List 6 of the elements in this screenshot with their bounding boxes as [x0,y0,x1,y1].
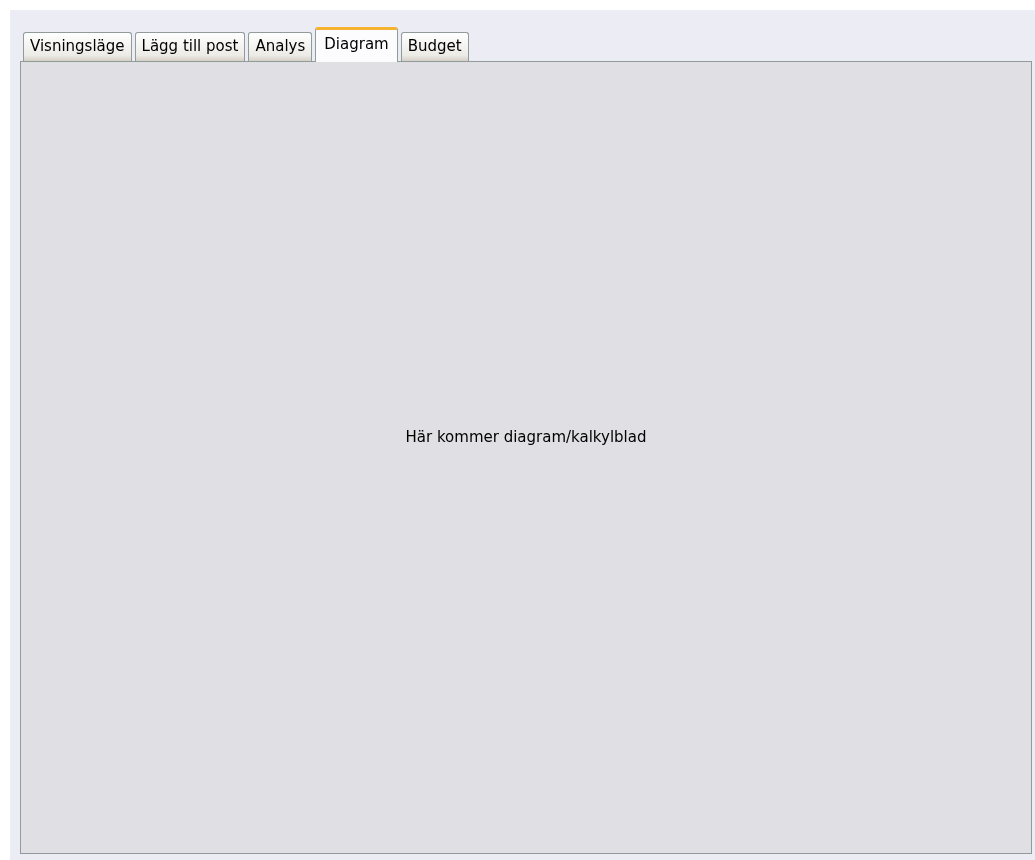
placeholder-text: Här kommer diagram/kalkylblad [405,427,647,449]
tab[interactable]: Analys [248,32,313,61]
tab[interactable]: Lägg till post [134,32,246,61]
tab[interactable]: Budget [400,32,469,61]
tab[interactable]: Diagram [315,27,398,62]
tab[interactable]: Visningsläge [23,32,132,61]
